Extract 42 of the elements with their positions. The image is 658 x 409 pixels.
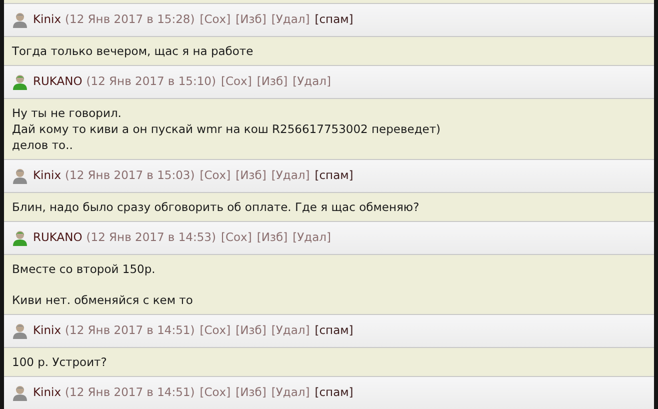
message-line: делов то..	[12, 137, 74, 153]
message-line: Вместе со второй 150р.	[12, 261, 156, 277]
username-link[interactable]: RUKANO	[33, 73, 82, 91]
action-link[interactable]: [Удал]	[271, 384, 310, 402]
action-link[interactable]: [Изб]	[236, 167, 266, 185]
action-link[interactable]: [Сох]	[200, 384, 231, 402]
action-link[interactable]: [Удал]	[292, 73, 331, 91]
message-line: Дай кому то киви а он пускай wmr на кош R256617753002 переведет)	[12, 121, 442, 137]
post-date: (12 Янв 2017 в 14:51)	[65, 322, 195, 340]
action-link[interactable]: [Изб]	[236, 384, 266, 402]
action-link[interactable]: [Удал]	[271, 167, 310, 185]
spam-link[interactable]: [спам]	[314, 167, 354, 185]
action-link[interactable]: [Сох]	[200, 322, 231, 340]
message-line: 100 р. Устроит?	[12, 354, 108, 370]
action-link[interactable]: [Сох]	[220, 73, 252, 91]
username-link[interactable]: RUKANO	[33, 229, 82, 247]
username-link[interactable]: Kinix	[33, 167, 62, 185]
post-date: (12 Янв 2017 в 15:10)	[86, 73, 216, 90]
action-link[interactable]: [Изб]	[236, 11, 266, 29]
action-link[interactable]: [Сох]	[200, 167, 231, 185]
action-link[interactable]: [Изб]	[236, 322, 266, 340]
username-link[interactable]: Kinix	[33, 11, 62, 29]
spam-link[interactable]: [спам]	[314, 322, 354, 340]
action-link[interactable]: [Изб]	[256, 73, 288, 91]
username-link[interactable]: Kinix	[33, 322, 62, 340]
action-link[interactable]: [Сох]	[220, 229, 252, 247]
spam-link[interactable]: [спам]	[314, 11, 354, 29]
post-date: (12 Янв 2017 в 14:53)	[86, 229, 216, 246]
action-link[interactable]: [Удал]	[271, 11, 310, 29]
username-link[interactable]: Kinix	[33, 384, 62, 402]
message-line: Киви нет. обменяйся с кем то	[12, 292, 194, 308]
post-date: (12 Янв 2017 в 14:51)	[65, 384, 195, 402]
message-line: Ну ты не говорил.	[12, 105, 122, 121]
action-link[interactable]: [Удал]	[271, 322, 310, 340]
message-line: Блин, надо было сразу обговорить об оплате. Где я щас обменяю?	[12, 199, 420, 215]
spam-link[interactable]: [спам]	[314, 384, 354, 402]
action-link[interactable]: [Удал]	[292, 229, 331, 247]
message-line: Тогда только вечером, щас я на работе	[12, 43, 254, 59]
action-link[interactable]: [Сох]	[200, 11, 231, 29]
post-date: (12 Янв 2017 в 15:28)	[65, 11, 195, 28]
action-link[interactable]: [Изб]	[256, 229, 288, 247]
post-date: (12 Янв 2017 в 15:03)	[65, 167, 195, 184]
